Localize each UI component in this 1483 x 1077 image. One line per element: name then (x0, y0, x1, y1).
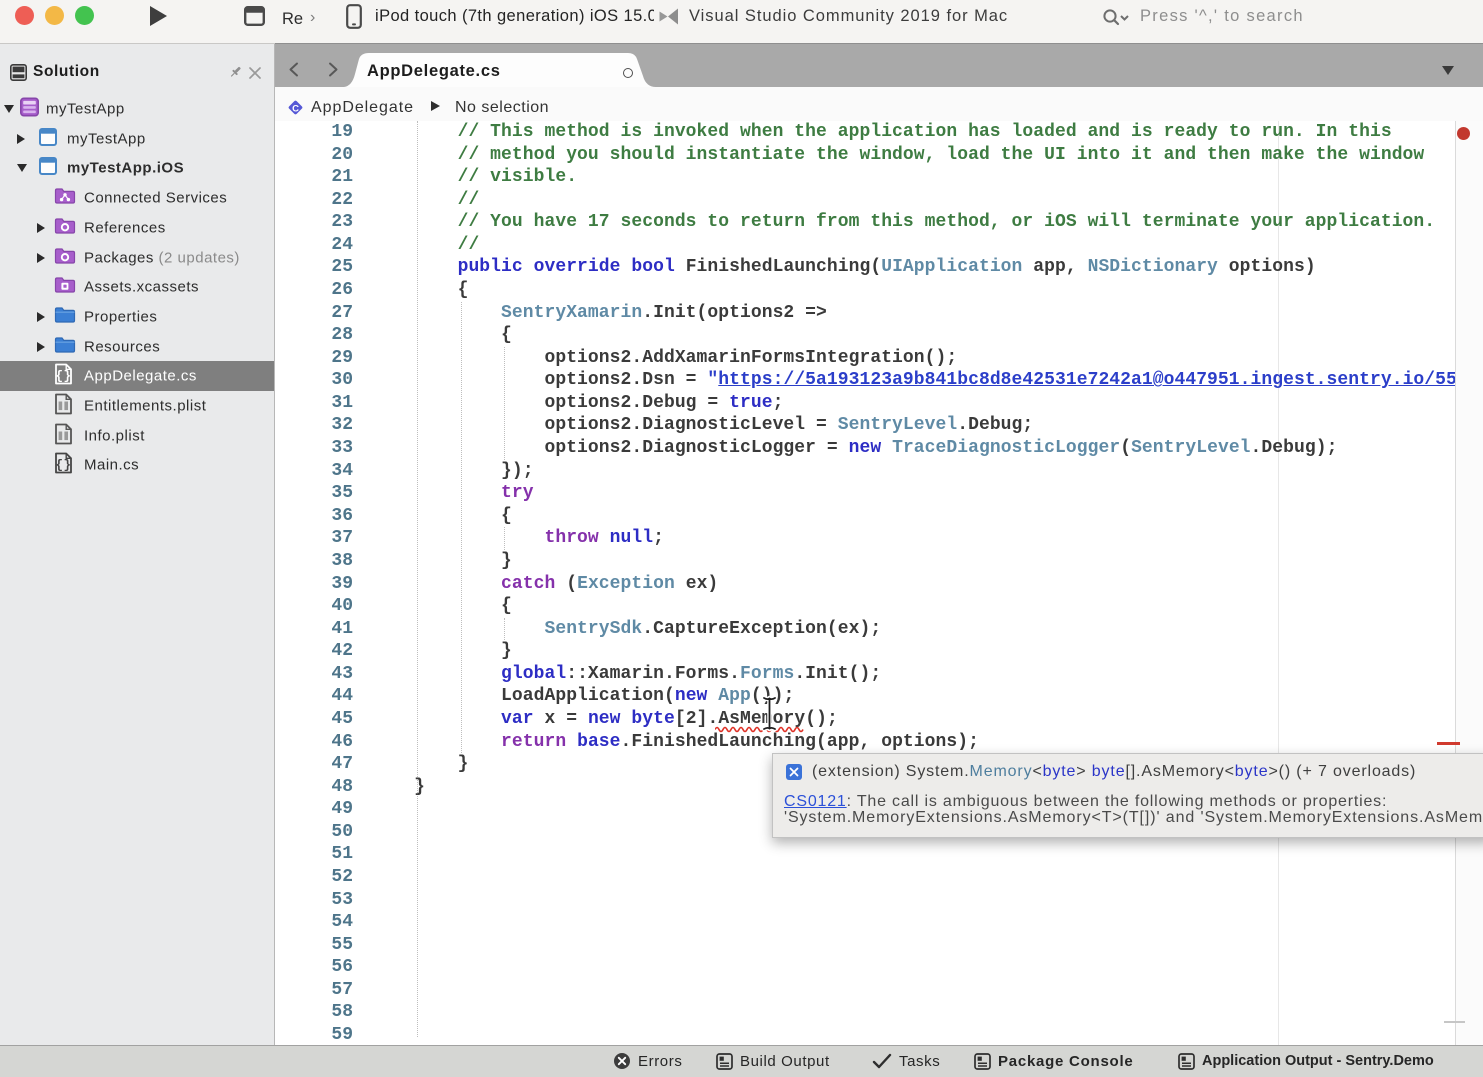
svg-text:{}: {} (55, 459, 71, 473)
svg-text:C: C (292, 103, 299, 114)
svg-text:{}: {} (55, 370, 71, 384)
